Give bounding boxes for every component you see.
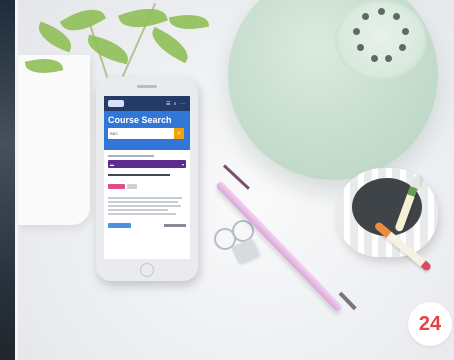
result-text-line [108,213,176,215]
result-text-line [108,209,168,211]
result-actions [104,219,190,232]
result-text-line [108,201,178,203]
app-header: ☰ ⌕ ⋯ [104,96,190,111]
lamp-vent-cap [335,0,427,80]
number-badge: 24 [408,302,452,346]
smartphone: ☰ ⌕ ⋯ Course Search BBC ⌕ ▬ ▾ [96,77,198,281]
course-tag [108,184,125,189]
filter-select[interactable]: ▬ ▾ [108,160,186,168]
result-title [108,174,170,176]
course-search-panel: Course Search BBC ⌕ [104,111,190,150]
search-row: BBC ⌕ [108,128,186,139]
result-text-line [108,205,181,207]
phone-screen: ☰ ⌕ ⋯ Course Search BBC ⌕ ▬ ▾ [104,96,190,259]
chevron-down-icon: ▾ [181,161,184,167]
header-icons: ☰ ⌕ ⋯ [165,100,186,107]
photo-scene: ☰ ⌕ ⋯ Course Search BBC ⌕ ▬ ▾ 24 [0,0,454,360]
course-meta-tag [127,184,137,189]
course-search-input[interactable]: BBC [108,128,174,139]
course-action-link[interactable] [164,224,186,227]
app-logo-icon [108,100,124,107]
course-action-button[interactable] [108,223,131,228]
filter-area: ▬ ▾ [104,150,190,168]
phone-speaker [137,85,157,88]
left-photo-edge [0,0,18,360]
filter-select-value: ▬ [110,161,114,167]
filter-label [108,155,154,157]
search-icon[interactable]: ⌕ [174,128,184,139]
course-result-card[interactable] [104,172,190,219]
result-text-line [108,197,182,199]
course-search-title: Course Search [108,115,172,125]
phone-home-button [140,263,154,277]
